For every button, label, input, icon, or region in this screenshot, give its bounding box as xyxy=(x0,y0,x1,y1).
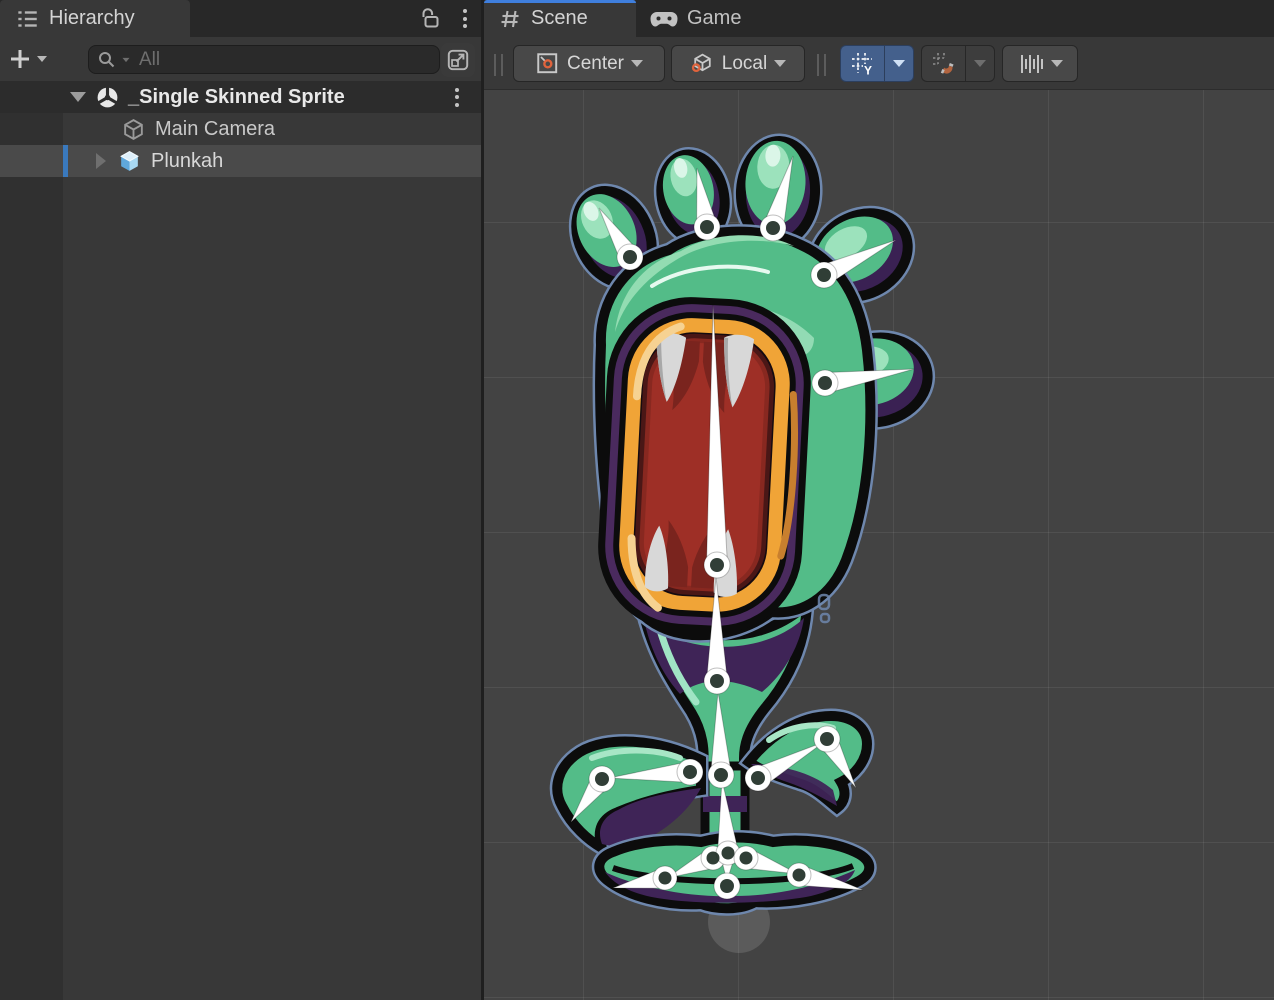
toolbar-drag-handle-icon[interactable] xyxy=(817,54,826,76)
unity-scene-icon xyxy=(95,85,120,110)
grid-axis-label: Y xyxy=(864,63,872,77)
hierarchy-item-single-skinned-sprite[interactable]: _Single Skinned Sprite xyxy=(0,81,481,113)
hierarchy-menu-kebab-icon[interactable] xyxy=(459,5,471,32)
snap-ruler-icon xyxy=(1018,51,1044,77)
grid-visibility-toggle[interactable]: Y xyxy=(840,45,884,82)
search-filter-caret-icon xyxy=(123,57,130,61)
active-tab-highlight xyxy=(484,0,636,3)
right-leaf xyxy=(749,716,867,808)
scene-viewport[interactable] xyxy=(484,90,1274,1000)
item-label: Plunkah xyxy=(151,150,223,173)
tab-hierarchy[interactable]: Hierarchy xyxy=(0,0,190,37)
scene-panel: Scene Game Center xyxy=(481,0,1274,1000)
scene-toolbar: Center Local Y xyxy=(484,37,1274,90)
prefab-cube-icon xyxy=(117,149,142,174)
tab-scene[interactable]: Scene xyxy=(484,0,636,37)
foldout-expanded-icon[interactable] xyxy=(70,92,86,102)
game-tab-label: Game xyxy=(687,7,741,30)
item-kebab-icon[interactable] xyxy=(451,84,463,111)
gamepad-icon xyxy=(650,9,678,29)
unlocked-padlock-icon[interactable] xyxy=(417,6,443,32)
grid-snap-toggle[interactable] xyxy=(921,45,965,82)
orientation-dropdown-caret-icon xyxy=(774,60,786,67)
mouth xyxy=(594,293,815,637)
grid-hash-icon xyxy=(498,7,522,31)
scene-tab-label: Scene xyxy=(531,7,588,30)
hierarchy-item-plunkah[interactable]: Plunkah xyxy=(0,145,481,177)
pivot-mode-dropdown[interactable]: Center xyxy=(513,45,665,82)
plus-icon xyxy=(8,47,32,71)
grid-y-icon: Y xyxy=(849,50,877,78)
tree-gutter xyxy=(0,81,63,1000)
gameobject-cube-icon xyxy=(121,117,146,142)
item-label: _Single Skinned Sprite xyxy=(128,86,345,109)
scene-tab-strip: Scene Game xyxy=(484,0,1274,37)
selection-accent-bar xyxy=(63,145,68,177)
create-dropdown-caret-icon xyxy=(37,56,47,62)
hierarchy-tab-label: Hierarchy xyxy=(49,7,135,30)
open-window-icon xyxy=(445,47,471,73)
head xyxy=(594,232,870,637)
grid-dropdown-caret-icon xyxy=(893,60,905,67)
item-label: Main Camera xyxy=(155,118,275,141)
unity-editor-window: Hierarchy xyxy=(0,0,1274,1000)
hierarchy-toolbar: All xyxy=(0,37,481,81)
plunkah-artwork xyxy=(557,139,935,908)
plunkah-sprite[interactable] xyxy=(484,90,1274,1000)
open-new-window-button[interactable] xyxy=(441,43,475,77)
search-icon xyxy=(97,50,117,70)
ruler-dropdown-caret-icon xyxy=(1051,60,1063,67)
search-placeholder: All xyxy=(139,49,160,71)
foldout-collapsed-icon[interactable] xyxy=(96,153,106,169)
snap-dropdown-caret-icon xyxy=(974,60,986,67)
grid-visibility-dropdown[interactable] xyxy=(884,45,914,82)
cube-axis-icon xyxy=(690,51,715,76)
search-input[interactable]: All xyxy=(88,45,440,74)
tab-game[interactable]: Game xyxy=(636,0,759,37)
toolbar-drag-handle-icon[interactable] xyxy=(494,54,503,76)
hierarchy-tree: _Single Skinned Sprite Main Camera xyxy=(0,81,481,1000)
create-object-button[interactable] xyxy=(8,44,60,74)
grid-magnet-icon xyxy=(930,50,958,78)
hierarchy-item-main-camera[interactable]: Main Camera xyxy=(0,113,481,145)
orientation-mode-dropdown[interactable]: Local xyxy=(671,45,805,82)
left-leaf xyxy=(557,742,701,848)
hierarchy-list-icon xyxy=(14,6,40,32)
grid-snap-dropdown[interactable] xyxy=(965,45,995,82)
pivot-rect-icon xyxy=(535,51,560,76)
orientation-mode-label: Local xyxy=(722,53,767,75)
hierarchy-panel: Hierarchy xyxy=(0,0,481,1000)
hierarchy-tab-strip: Hierarchy xyxy=(0,0,481,37)
pivot-mode-label: Center xyxy=(567,53,624,75)
snap-increment-dropdown[interactable] xyxy=(1002,45,1078,82)
pivot-dropdown-caret-icon xyxy=(631,60,643,67)
